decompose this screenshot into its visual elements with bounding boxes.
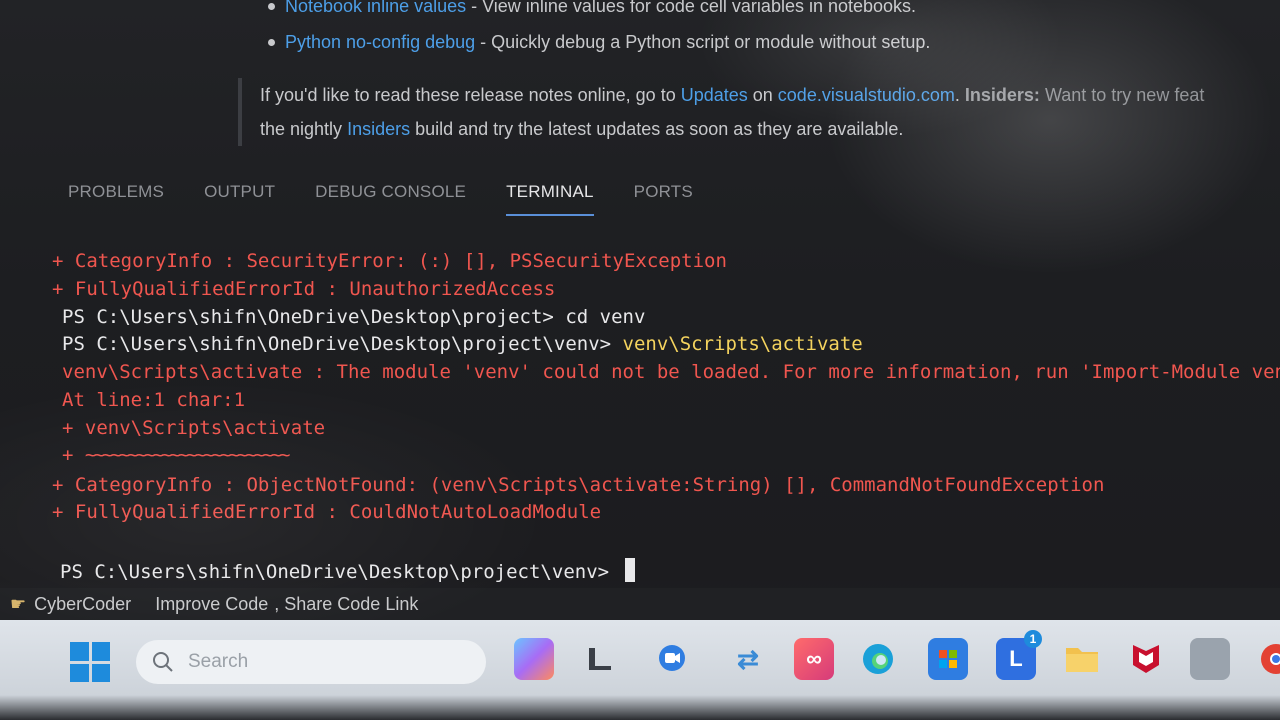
taskbar-search[interactable] — [136, 640, 486, 684]
python-no-config-debug-link[interactable]: Python no-config debug — [285, 32, 475, 52]
folder-icon[interactable] — [1062, 638, 1102, 680]
notebook-inline-values-link[interactable]: Notebook inline values — [285, 0, 466, 16]
terminal-prompt-line: PS C:\Users\shifn\OneDrive\Desktop\proje… — [62, 333, 863, 355]
teams-l-icon[interactable]: L1 — [996, 630, 1042, 680]
terminal-line: + FullyQualifiedErrorId : CouldNotAutoLo… — [52, 501, 602, 523]
tab-output[interactable]: OUTPUT — [204, 182, 275, 216]
file-explorer-icon[interactable] — [580, 638, 620, 680]
chat-icon[interactable] — [652, 638, 692, 680]
status-item-label: Improve Code — [155, 593, 269, 614]
search-icon — [153, 652, 173, 672]
cybercoder-status-item[interactable]: ☛ CyberCoder — [10, 594, 131, 615]
terminal-error-squiggle: + ~~~~~~~~~~~~~~~~~~~~~~~~ — [62, 444, 290, 466]
windows-taskbar: ⇄ ∞ L1 — [0, 620, 1280, 720]
terminal-output[interactable]: + CategoryInfo : SecurityError: (:) [], … — [0, 236, 1280, 588]
release-notes-online-callout: If you'd like to read these release note… — [238, 78, 1278, 146]
insiders-link[interactable]: Insiders — [347, 119, 410, 139]
updates-link[interactable]: Updates — [681, 85, 748, 105]
bullet-dot — [268, 39, 275, 46]
release-note-text: - Quickly debug a Python script or modul… — [475, 32, 931, 52]
store-icon[interactable] — [928, 638, 968, 680]
edge-icon[interactable] — [858, 638, 898, 680]
callout-text: build and try the latest updates as soon… — [410, 119, 904, 139]
code-visualstudio-link[interactable]: code.visualstudio.com — [778, 85, 955, 105]
tab-ports[interactable]: PORTS — [634, 182, 693, 216]
status-item-label: CyberCoder — [34, 593, 132, 614]
windows-start-icon[interactable] — [70, 642, 110, 682]
status-bar: ☛ CyberCoder Improve Code , Share Code L… — [0, 588, 1280, 620]
release-note-item: Python no-config debug - Quickly debug a… — [268, 32, 930, 53]
callout-text: on — [747, 85, 778, 105]
release-note-text: - View inline values for code cell varia… — [466, 0, 917, 16]
release-note-item: Notebook inline values - View inline val… — [268, 0, 916, 17]
tab-terminal[interactable]: TERMINAL — [506, 182, 594, 216]
hand-pointer-icon: ☛ — [10, 593, 27, 614]
app-icon[interactable] — [1190, 638, 1230, 680]
terminal-prompt-line: PS C:\Users\shifn\OneDrive\Desktop\proje… — [60, 558, 635, 587]
terminal-line: + CategoryInfo : ObjectNotFound: (venv\S… — [52, 474, 1105, 496]
terminal-line: + CategoryInfo : SecurityError: (:) [], … — [52, 250, 727, 272]
callout-text: Want to try new feat — [1039, 85, 1205, 105]
callout-text: . — [954, 85, 965, 105]
terminal-prompt-line: PS C:\Users\shifn\OneDrive\Desktop\proje… — [62, 306, 646, 328]
callout-text: If you'd like to read these release note… — [260, 85, 681, 105]
improve-code-status-item[interactable]: Improve Code — [155, 594, 268, 615]
share-code-link-status-item[interactable]: , Share Code Link — [274, 594, 418, 615]
tab-debug-console[interactable]: DEBUG CONSOLE — [315, 182, 466, 216]
insiders-label: Insiders: — [964, 85, 1040, 105]
status-item-label: , Share Code Link — [274, 593, 419, 614]
terminal-command: venv\Scripts\activate — [622, 333, 863, 355]
mcafee-icon[interactable] — [1126, 638, 1166, 680]
sync-icon[interactable]: ⇄ — [728, 638, 768, 680]
terminal-cursor[interactable] — [624, 558, 635, 582]
creative-cloud-icon[interactable]: ∞ — [794, 638, 834, 680]
chrome-icon[interactable] — [1256, 638, 1280, 680]
terminal-line: + FullyQualifiedErrorId : UnauthorizedAc… — [52, 278, 556, 300]
terminal-error-line: At line:1 char:1 — [62, 389, 246, 411]
tab-problems[interactable]: PROBLEMS — [68, 182, 164, 216]
search-input[interactable] — [188, 651, 448, 673]
copilot-icon[interactable] — [514, 638, 554, 680]
terminal-error-line: + venv\Scripts\activate — [62, 417, 326, 439]
vscode-window: Notebook inline values - View inline val… — [0, 0, 1280, 720]
panel-tabs: PROBLEMS OUTPUT DEBUG CONSOLE TERMINAL P… — [68, 182, 733, 216]
callout-text: the nightly — [260, 119, 348, 139]
notification-badge: 1 — [1024, 630, 1042, 648]
terminal-command: cd venv — [565, 306, 646, 328]
bullet-dot — [268, 3, 275, 10]
release-notes: Notebook inline values - View inline val… — [0, 0, 1280, 170]
terminal-error-line: venv\Scripts\activate : The module 'venv… — [62, 361, 1280, 383]
